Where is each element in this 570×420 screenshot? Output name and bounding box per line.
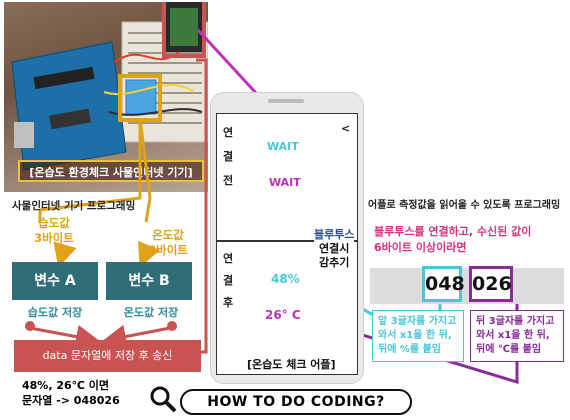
note-humidity-parse: 앞 3글자를 가지고 와서 x1을 한 뒤, 뒤에 %를 붙임	[372, 310, 464, 362]
wait-label-1: WAIT	[267, 140, 299, 153]
wait-label-2: WAIT	[269, 176, 301, 189]
phone-speaker	[268, 99, 304, 103]
app-caption: [온습도 체크 어플]	[247, 356, 336, 372]
char-hu: 후	[223, 296, 234, 309]
char-jeon: 전	[223, 174, 234, 187]
variable-b-box: 변수 B	[106, 262, 192, 300]
variable-a-box: 변수 A	[12, 262, 98, 300]
first-three-digits: 048	[422, 266, 465, 302]
send-data-box: data 문자열에 저장 후 송신	[14, 340, 201, 372]
right-heading: 어플로 측정값을 읽어올 수 있도록 프로그래밍	[368, 200, 561, 211]
magnifier-icon	[148, 384, 178, 418]
bt-hide-annotation: 블루투스 연결시 감추기	[314, 228, 355, 270]
right-description: 블루투스를 연결하고, 수신된 값이 6바이트 이상이라면	[374, 225, 532, 254]
app-screen-before: 연 결 전 < WAIT WAIT	[216, 113, 358, 241]
char-gyeol-2: 결	[223, 274, 234, 287]
humidity-3byte-label: 습도값 3바이트	[34, 216, 74, 245]
red-send-to-bluetooth	[196, 58, 208, 354]
back-arrow-icon[interactable]: <	[341, 122, 350, 135]
char-gyeol-1: 결	[223, 150, 234, 163]
left-heading: 사물인터넷 기기 프로그래밍	[12, 200, 136, 212]
store-humidity-label: 습도값 저장	[27, 306, 83, 319]
temperature-3byte-label: 온도값 3바이트	[148, 228, 188, 257]
char-yeon-1: 연	[223, 126, 234, 139]
humidity-value: 48%	[271, 272, 300, 286]
last-three-digits: 026	[469, 266, 513, 302]
note-temperature-parse: 뒤 3글자를 가지고 와서 x1을 한 뒤, 뒤에 ℃를 붙임	[470, 310, 564, 362]
store-temperature-label: 온도값 저장	[123, 306, 179, 319]
temperature-value: 26° C	[265, 308, 301, 322]
received-number-strip	[370, 268, 564, 304]
char-yeon-2: 연	[223, 252, 234, 265]
how-to-do-coding-logo: HOW TO DO CODING?	[180, 389, 412, 415]
example-text: 48%, 26℃ 이면 문자열 -> 048026	[22, 379, 120, 407]
